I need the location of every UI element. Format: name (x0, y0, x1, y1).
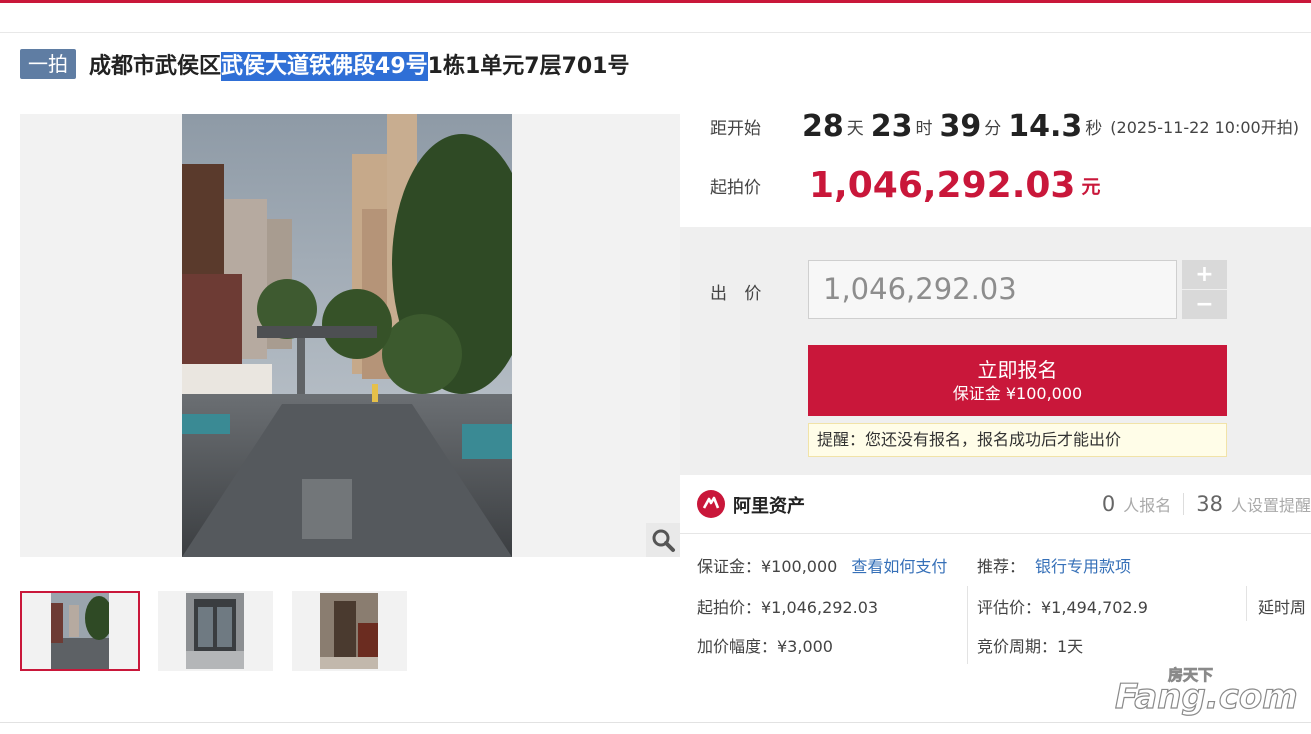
starting-price-label: 起拍价 (710, 177, 761, 198)
countdown-label: 距开始 (710, 118, 761, 139)
bid-label: 出 价 (710, 284, 768, 304)
reminder-label: 人设置提醒 (1230, 496, 1311, 515)
image-gallery (20, 114, 680, 557)
bid-panel: 出 价 1,046,292.03 + − 立即报名 保证金 ¥100,000 提… (680, 227, 1311, 475)
start-price-detail: 起拍价：¥1,046,292.03 (697, 598, 879, 617)
increment-detail: 加价幅度：¥3,000 (697, 637, 833, 656)
register-now-button[interactable]: 立即报名 保证金 ¥100,000 (808, 345, 1227, 416)
platform-name: 阿里资产 (733, 496, 805, 517)
divider (0, 722, 1311, 723)
cycle-detail: 竞价周期：1天 (977, 637, 1084, 656)
countdown-days: 28 (802, 108, 844, 144)
reminder-count: 38 (1196, 492, 1223, 516)
top-accent-bar (0, 0, 1311, 3)
watermark-en: Fang.com (1115, 677, 1298, 717)
auction-round-badge: 一拍 (20, 49, 76, 79)
starting-price-value: 1,046,292.03 (809, 164, 1076, 206)
divider (1183, 493, 1185, 515)
reminder-notice: 提醒：您还没有报名，报名成功后才能出价 (808, 423, 1227, 457)
deposit-detail: 保证金：¥100,000 查看如何支付 (697, 553, 947, 577)
days-unit: 天 (846, 118, 864, 139)
main-photo[interactable] (182, 114, 512, 557)
bid-amount-input[interactable]: 1,046,292.03 (808, 260, 1177, 319)
appraisal-detail: 评估价：¥1,494,702.9 (977, 598, 1148, 617)
hours-unit: 时 (915, 118, 933, 139)
seconds-unit: 秒 (1085, 118, 1103, 139)
delay-detail: 延时周 (1258, 598, 1307, 617)
thumbnail-1[interactable] (20, 591, 140, 671)
recommend-label: 推荐： (977, 557, 1026, 576)
how-to-pay-link[interactable]: 查看如何支付 (851, 557, 947, 576)
auction-details: 保证金：¥100,000 查看如何支付 推荐： 银行专用款项 起拍价：¥1,046,… (680, 533, 1311, 673)
thumbnail-image (320, 593, 378, 669)
thumbnail-image (186, 593, 244, 669)
plus-icon: + (1195, 262, 1214, 287)
decrease-bid-button[interactable]: − (1182, 290, 1227, 319)
divider (1246, 586, 1247, 621)
participation-counts: 0 人报名 38 人设置提醒 (1102, 492, 1311, 516)
countdown-seconds: 14.3 (1008, 108, 1083, 144)
thumbnail-2[interactable] (158, 591, 273, 671)
thumbnail-image (51, 593, 109, 669)
title-highlight: 武侯大道铁佛段49号 (221, 52, 428, 81)
title-prefix: 成都市武侯区 (89, 54, 222, 79)
deposit-text: 保证金：¥100,000 (697, 557, 838, 576)
currency-unit: 元 (1081, 175, 1101, 198)
minus-icon: − (1195, 292, 1214, 317)
increase-bid-button[interactable]: + (1182, 260, 1227, 289)
registered-label: 人报名 (1123, 496, 1172, 515)
divider (0, 32, 1311, 33)
minutes-unit: 分 (984, 118, 1002, 139)
bank-account-link[interactable]: 银行专用款项 (1035, 557, 1131, 576)
recommend-detail: 推荐： 银行专用款项 (977, 553, 1131, 577)
title-row: 一拍 成都市武侯区武侯大道铁佛段49号1栋1单元7层701号 (20, 47, 630, 81)
ali-asset-logo (697, 490, 725, 518)
countdown: 距开始 28 天 23 时 39 分 14.3 秒 (2025-11-22 10… (710, 100, 1299, 152)
zoom-button[interactable] (646, 523, 680, 557)
registered-count: 0 (1101, 492, 1116, 516)
title-suffix: 1栋1单元7层701号 (427, 54, 630, 79)
deposit-label: 保证金 ¥100,000 (952, 383, 1083, 403)
page-title: 成都市武侯区武侯大道铁佛段49号1栋1单元7层701号 (89, 48, 630, 81)
register-label: 立即报名 (977, 357, 1058, 382)
search-icon (652, 529, 675, 552)
platform-row: 阿里资产 0 人报名 38 人设置提醒 (680, 475, 1311, 534)
divider (967, 586, 968, 664)
countdown-minutes: 39 (939, 108, 982, 144)
start-time-note: (2025-11-22 10:00开拍) (1110, 118, 1299, 137)
auction-info: 距开始 28 天 23 时 39 分 14.3 秒 (2025-11-22 10… (680, 100, 1311, 227)
starting-price: 起拍价 1,046,292.03 元 (710, 160, 1100, 210)
fang-watermark: 房天下 Fang.com (1114, 666, 1298, 718)
thumbnail-3[interactable] (292, 591, 407, 671)
countdown-hours: 23 (870, 108, 913, 144)
